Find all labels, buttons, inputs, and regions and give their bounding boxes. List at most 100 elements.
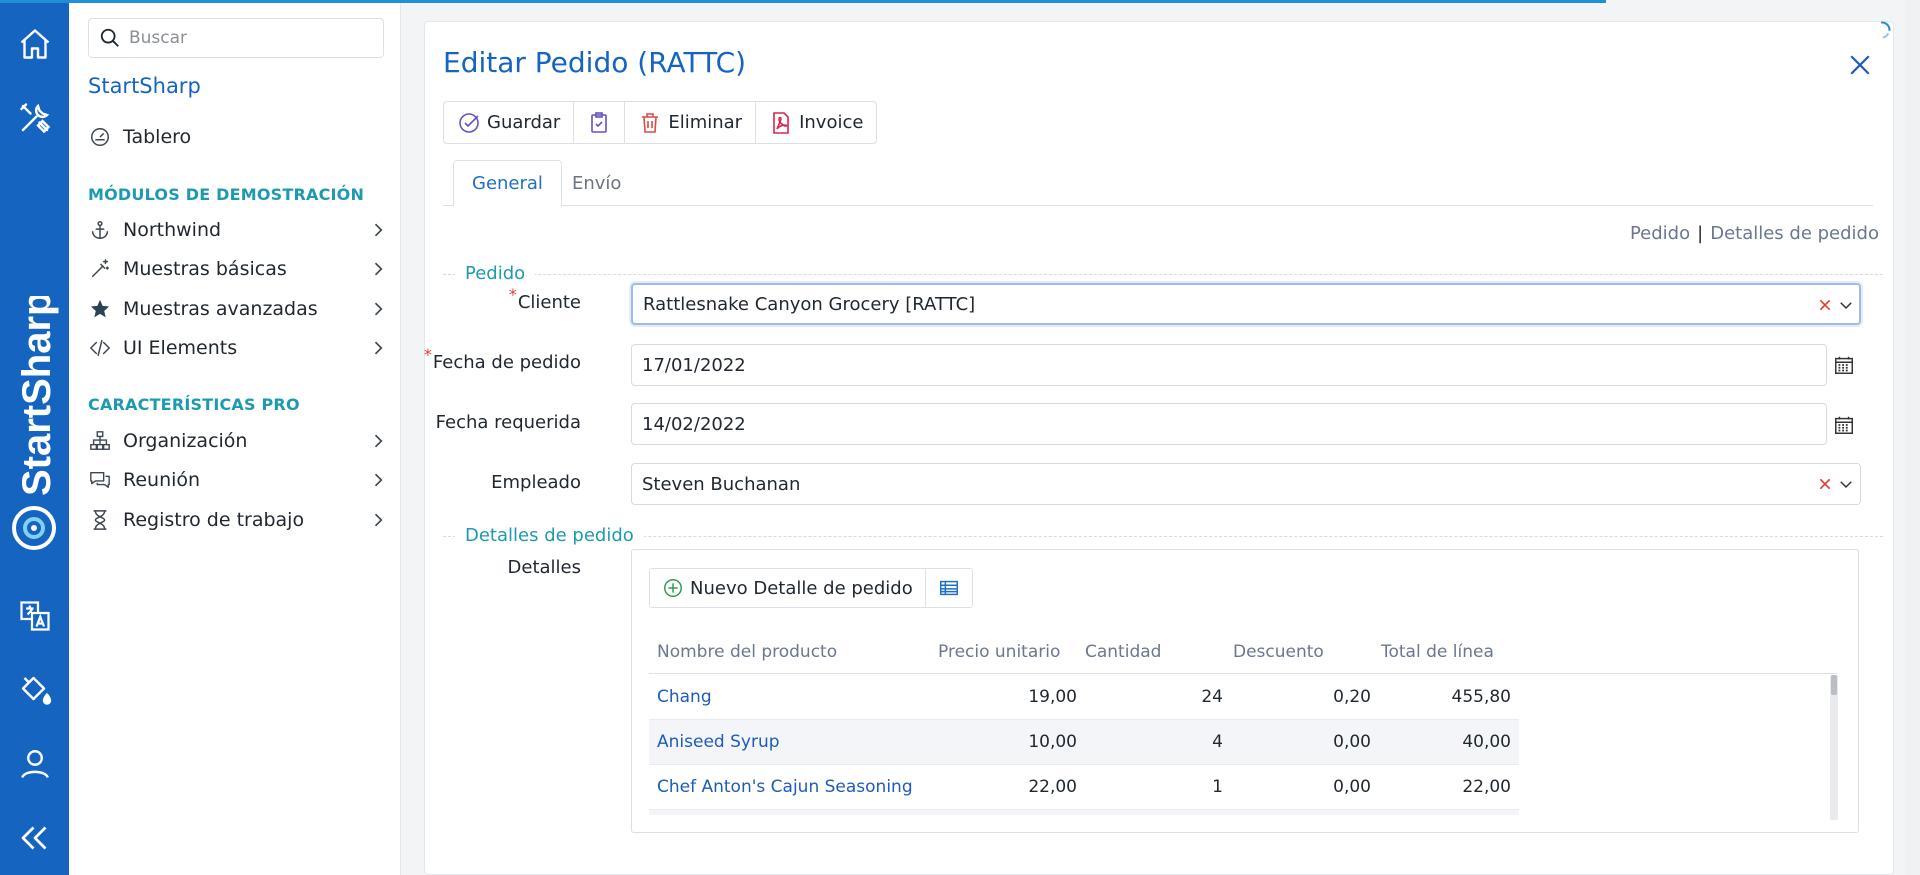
dialog-tabs: General Envío: [443, 160, 1873, 207]
dialog-toolbar: Guardar Eliminar Invoice: [443, 101, 878, 144]
grid-header: Nombre del producto Precio unitario Cant…: [649, 634, 1837, 674]
column-header-quantity[interactable]: Cantidad: [1085, 642, 1161, 662]
category-title-order: Pedido: [443, 263, 1883, 285]
details-label: Detalles: [507, 557, 581, 578]
sidebar-item-advanced-samples[interactable]: Muestras avanzadas: [88, 291, 388, 327]
unit-price-cell: 19,00: [1028, 687, 1077, 707]
order-dialog: Editar Pedido (RATTC) Guardar Eliminar I…: [424, 21, 1894, 875]
loading-progress-bar: [0, 0, 1606, 3]
table-row[interactable]: Aniseed Syrup 10,00 4 0,00 40,00: [649, 720, 1519, 765]
order-date-input[interactable]: 17/01/2022: [631, 344, 1827, 386]
user-button[interactable]: [0, 736, 69, 792]
brand-vertical-text: StartSharp: [15, 296, 59, 496]
collapse-icon: [21, 826, 46, 850]
sidebar-item-organization[interactable]: Organización: [88, 423, 388, 459]
sidebar-item-basic-samples[interactable]: Muestras básicas: [88, 251, 388, 287]
order-date-value: 17/01/2022: [642, 354, 746, 376]
sidebar-item-northwind[interactable]: Northwind: [88, 212, 388, 248]
sidebar-item-label: Muestras básicas: [123, 258, 287, 280]
order-details-grid: Nuevo Detalle de pedido Nombre del produ…: [631, 549, 1859, 833]
grid-scrollbar[interactable]: [1830, 675, 1838, 820]
theme-button[interactable]: [0, 662, 69, 718]
tools-button[interactable]: [0, 90, 69, 146]
sidebar-item-label: UI Elements: [123, 337, 238, 359]
table-row[interactable]: Chang 19,00 24 0,20 455,80: [649, 675, 1519, 720]
chevron-right-icon: [374, 473, 383, 487]
required-date-label: Fecha requerida: [435, 412, 581, 433]
home-button[interactable]: [0, 16, 69, 72]
discount-cell: 0,00: [1333, 732, 1371, 752]
new-order-detail-button[interactable]: Nuevo Detalle de pedido: [650, 569, 926, 607]
column-header-discount[interactable]: Descuento: [1233, 642, 1324, 662]
chevron-right-icon: [374, 223, 383, 237]
line-total-cell: 22,00: [1462, 777, 1511, 797]
category-link-details[interactable]: Detalles de pedido: [1710, 223, 1879, 244]
grid-toolbar: Nuevo Detalle de pedido: [649, 568, 973, 608]
search-icon: [100, 28, 119, 47]
sidebar-item-work-log[interactable]: Registro de trabajo: [88, 502, 388, 538]
column-header-product[interactable]: Nombre del producto: [657, 642, 837, 662]
required-date-input[interactable]: 14/02/2022: [631, 403, 1827, 445]
calendar-icon[interactable]: [1833, 414, 1855, 436]
search-box[interactable]: [88, 18, 384, 58]
grid-body: Chang 19,00 24 0,20 455,80 Aniseed Syrup…: [649, 675, 1519, 815]
sidebar-item-dashboard[interactable]: Tablero: [88, 119, 388, 155]
star-icon: [90, 299, 110, 318]
hourglass-icon: [93, 510, 107, 530]
sidebar-brand[interactable]: StartSharp: [88, 74, 201, 98]
close-icon[interactable]: [1845, 50, 1875, 80]
chevron-down-icon[interactable]: [1837, 475, 1855, 493]
invoice-button-label: Invoice: [799, 112, 864, 133]
category-title-text: Pedido: [455, 263, 536, 284]
loading-spinner-icon: [1880, 21, 1891, 39]
sidebar-item-meeting[interactable]: Reunión: [88, 462, 388, 498]
product-name-link[interactable]: Aniseed Syrup: [657, 732, 780, 752]
chevron-right-icon: [374, 302, 383, 316]
brand-swirl-icon: [12, 506, 56, 550]
collapse-sidebar-button[interactable]: [0, 810, 69, 866]
pdf-file-icon: [773, 111, 789, 134]
app-rail: StartSharp: [0, 0, 69, 875]
clear-icon[interactable]: [1817, 297, 1833, 313]
translate-icon: [19, 601, 50, 631]
dialog-title: Editar Pedido (RATTC): [443, 46, 747, 79]
sidebar: StartSharp Tablero MÓDULOS DE DEMOSTRACI…: [69, 0, 401, 875]
delete-button[interactable]: Eliminar: [625, 102, 757, 143]
employee-select[interactable]: Steven Buchanan: [631, 463, 1861, 505]
column-picker-button[interactable]: [926, 569, 972, 607]
code-icon: [89, 339, 111, 357]
table-row[interactable]: Chef Anton's Cajun Seasoning 22,00 1 0,0…: [649, 765, 1519, 810]
calendar-icon[interactable]: [1833, 354, 1855, 376]
customer-select[interactable]: Rattlesnake Canyon Grocery [RATTC]: [631, 283, 1861, 325]
search-input[interactable]: [129, 28, 369, 48]
save-button[interactable]: Guardar: [444, 102, 575, 143]
employee-value: Steven Buchanan: [642, 473, 801, 495]
product-name-link[interactable]: Chang: [657, 687, 712, 707]
delete-button-label: Eliminar: [668, 112, 743, 133]
scrollbar-thumb[interactable]: [1831, 675, 1837, 695]
page-scrollbar[interactable]: [1905, 0, 1920, 875]
tab-general[interactable]: General: [453, 160, 562, 207]
discount-cell: 0,20: [1333, 687, 1371, 707]
sidebar-section-demo: MÓDULOS DE DEMOSTRACIÓN: [88, 185, 365, 204]
quantity-cell: 1: [1212, 777, 1223, 797]
translate-button[interactable]: [0, 588, 69, 644]
clear-icon[interactable]: [1817, 476, 1833, 492]
sidebar-item-ui-elements[interactable]: UI Elements: [88, 330, 388, 366]
employee-label: Empleado: [491, 472, 581, 493]
paint-bucket-icon: [21, 676, 51, 705]
line-total-cell: 455,80: [1451, 687, 1511, 707]
product-name-link[interactable]: Chef Anton's Cajun Seasoning: [657, 777, 913, 797]
column-header-line-total[interactable]: Total de línea: [1381, 642, 1494, 662]
chevron-right-icon: [374, 434, 383, 448]
category-link-order[interactable]: Pedido: [1630, 223, 1690, 244]
user-icon: [20, 750, 49, 779]
apply-changes-button[interactable]: [574, 102, 626, 143]
sidebar-item-label: Muestras avanzadas: [123, 298, 318, 320]
check-circle-icon: [459, 112, 479, 133]
chevron-down-icon[interactable]: [1837, 296, 1855, 314]
invoice-button[interactable]: Invoice: [756, 102, 876, 143]
tab-shipping[interactable]: Envío: [554, 160, 639, 207]
unit-price-cell: 10,00: [1028, 732, 1077, 752]
column-header-unit-price[interactable]: Precio unitario: [938, 642, 1060, 662]
